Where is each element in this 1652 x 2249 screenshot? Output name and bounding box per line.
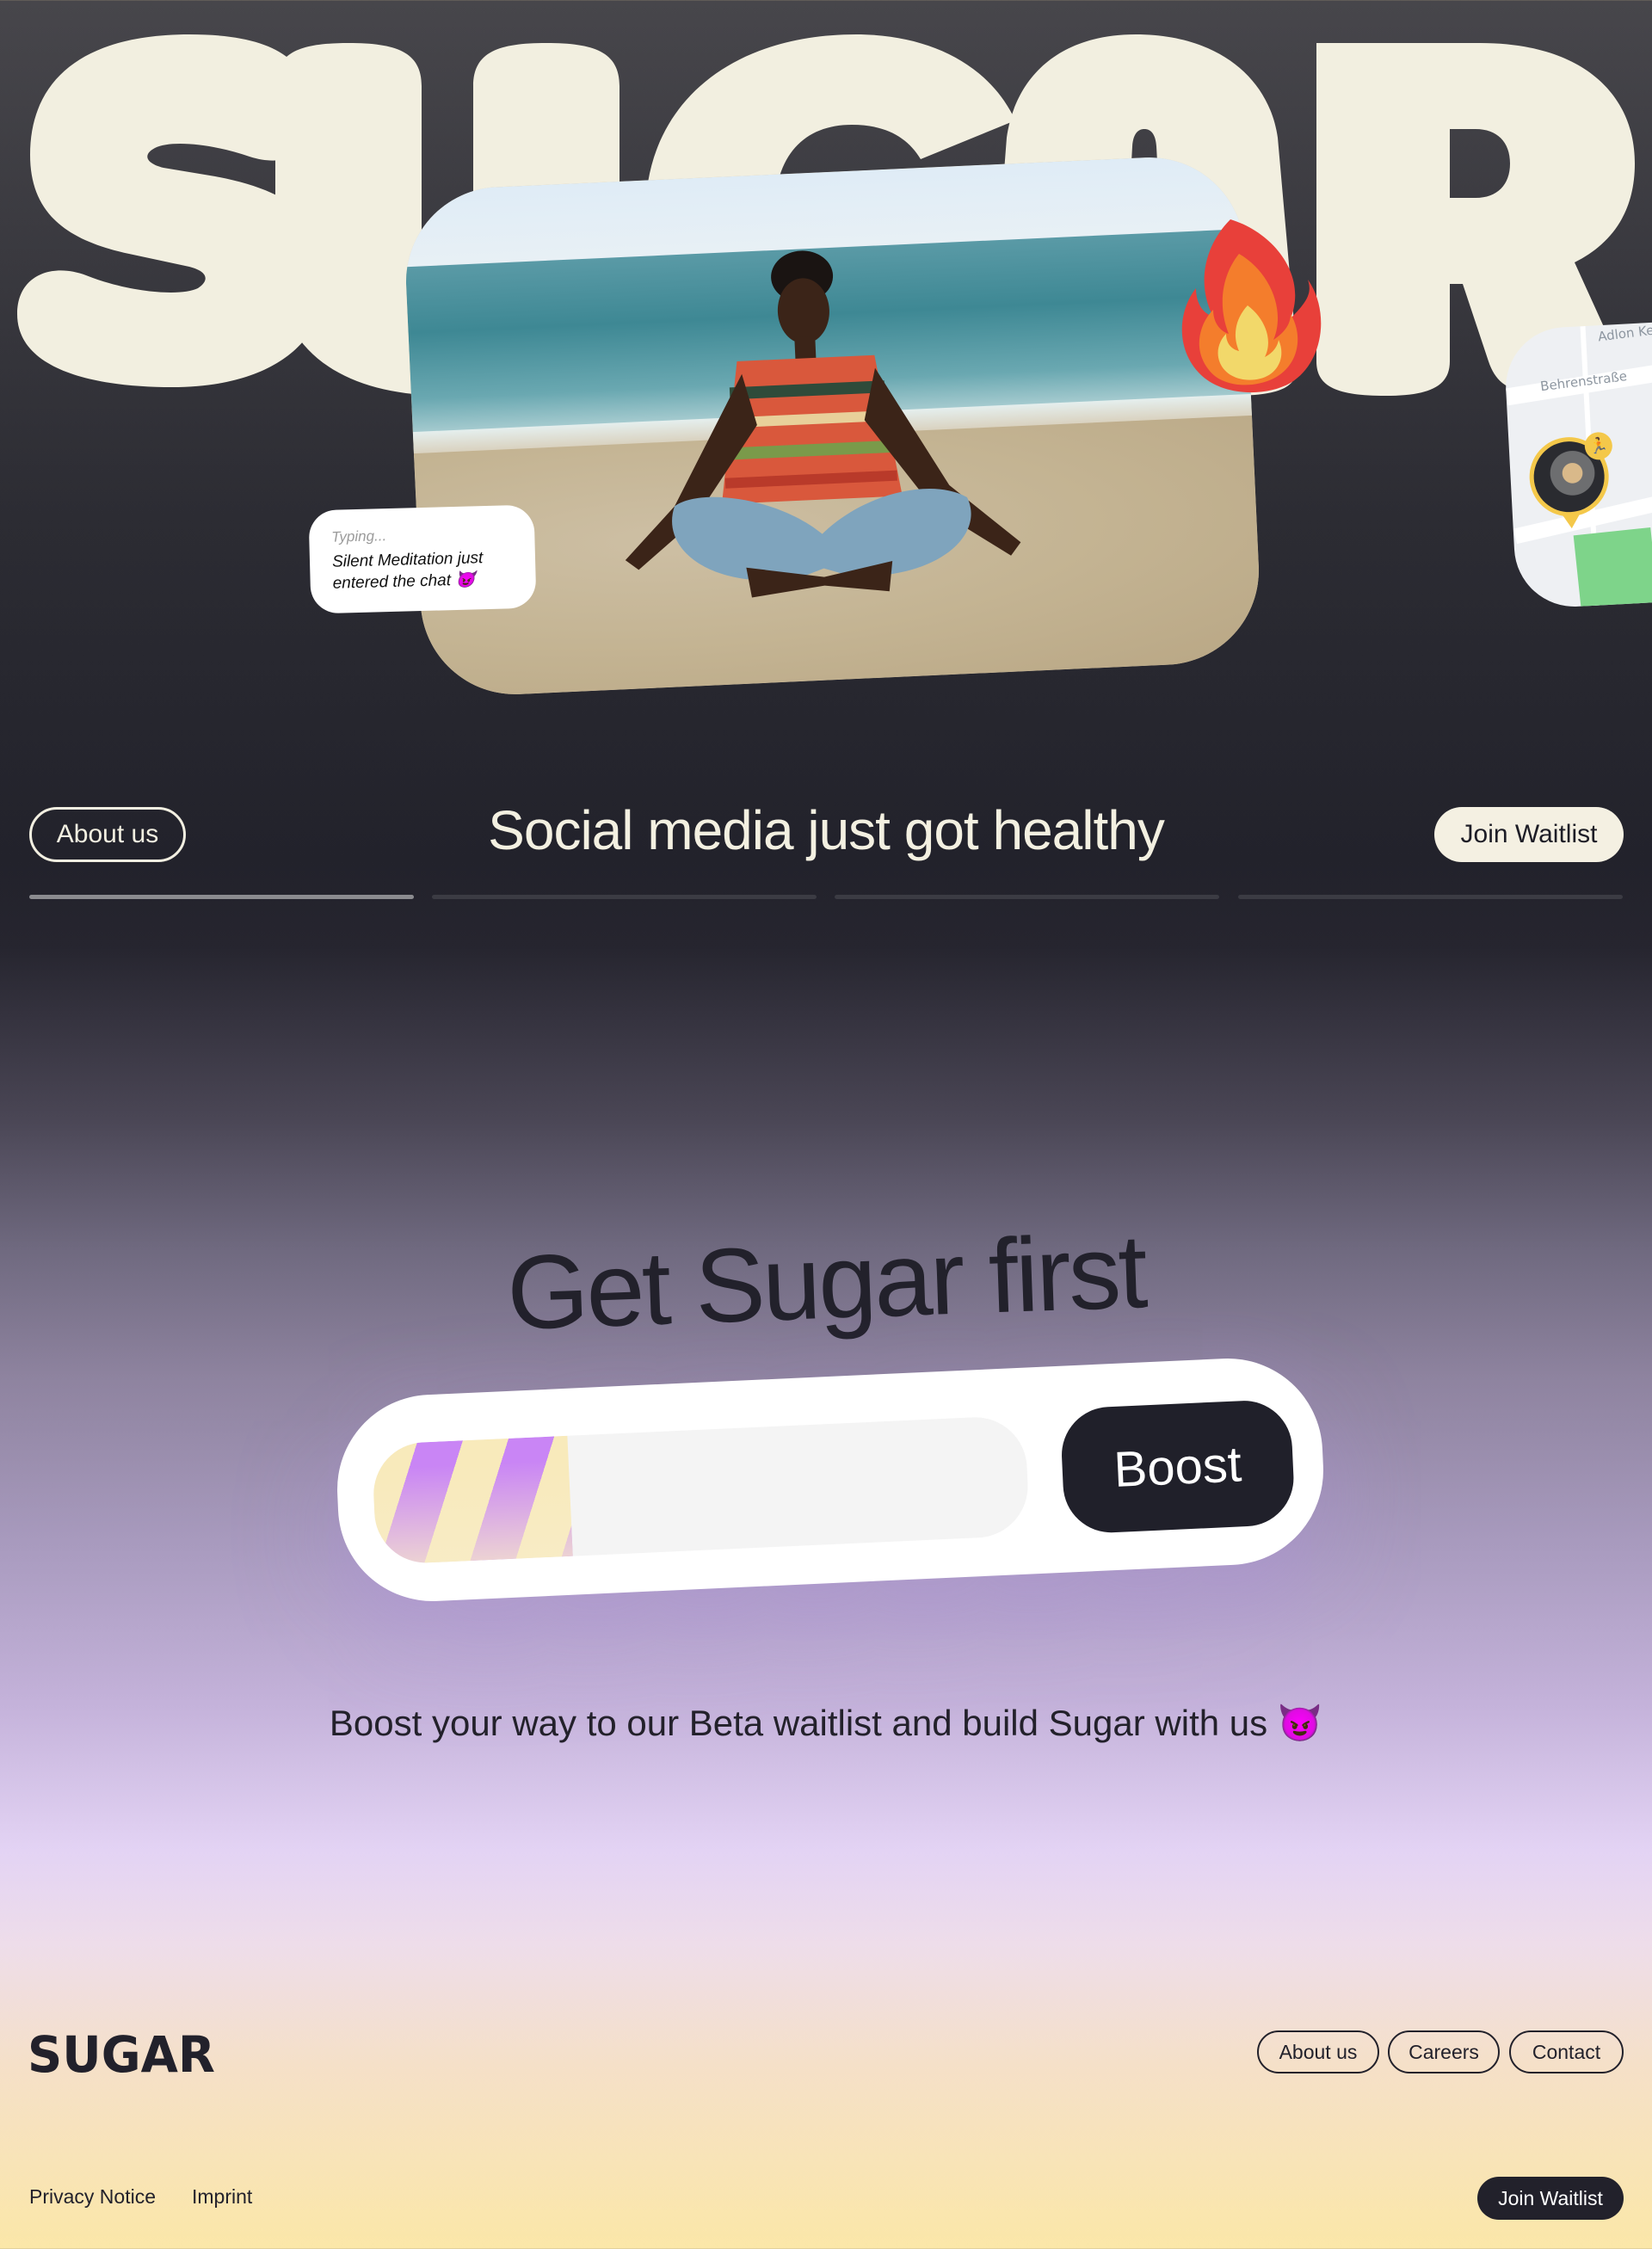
email-field[interactable] [371, 1414, 1031, 1566]
running-icon: 🏃 [1584, 431, 1613, 461]
waitlist-title: Get Sugar first [505, 1212, 1147, 1352]
footer-about-link[interactable]: About us [1257, 2030, 1379, 2073]
privacy-notice-link[interactable]: Privacy Notice [29, 2185, 156, 2209]
footer-logo[interactable]: SUGAR [28, 2029, 217, 2077]
chat-bubble: Typing... Silent Meditation just entered… [308, 504, 537, 614]
typing-indicator: Typing... [331, 527, 387, 545]
slide-progress-3[interactable] [835, 895, 1219, 899]
slide-progress-fill [29, 895, 414, 899]
fire-icon [1181, 219, 1322, 393]
hero-photo [402, 153, 1263, 699]
slide-progress-1[interactable] [29, 895, 414, 899]
map-street-label: Adlon Ke [1597, 322, 1652, 345]
footer-join-waitlist-button[interactable]: Join Waitlist [1477, 2177, 1624, 2220]
waitlist-subtitle: Boost your way to our Beta waitlist and … [329, 1703, 1323, 1743]
map-park [1573, 527, 1652, 610]
slide-progress-2[interactable] [432, 895, 817, 899]
imprint-link[interactable]: Imprint [192, 2185, 252, 2209]
pin-tail [1562, 514, 1581, 529]
waitlist-form: Boost [333, 1354, 1328, 1605]
footer-logo-text: SUGAR [28, 2029, 215, 2077]
footer-contact-link[interactable]: Contact [1509, 2030, 1624, 2073]
slide-progress-4[interactable] [1238, 895, 1623, 899]
boost-button[interactable]: Boost [1059, 1398, 1296, 1535]
map-preview: Adlon Ke Behrenstraße 🏃 [1502, 320, 1652, 610]
footer-careers-link[interactable]: Careers [1388, 2030, 1500, 2073]
meditating-person [625, 250, 1021, 598]
map-user-pin[interactable]: 🏃 [1527, 431, 1613, 529]
chat-message: Silent Meditation just entered the chat … [331, 549, 484, 593]
boost-progress-fill [371, 1435, 573, 1566]
hero-tagline: Social media just got healthy [488, 799, 1165, 861]
join-waitlist-button[interactable]: Join Waitlist [1434, 807, 1624, 862]
